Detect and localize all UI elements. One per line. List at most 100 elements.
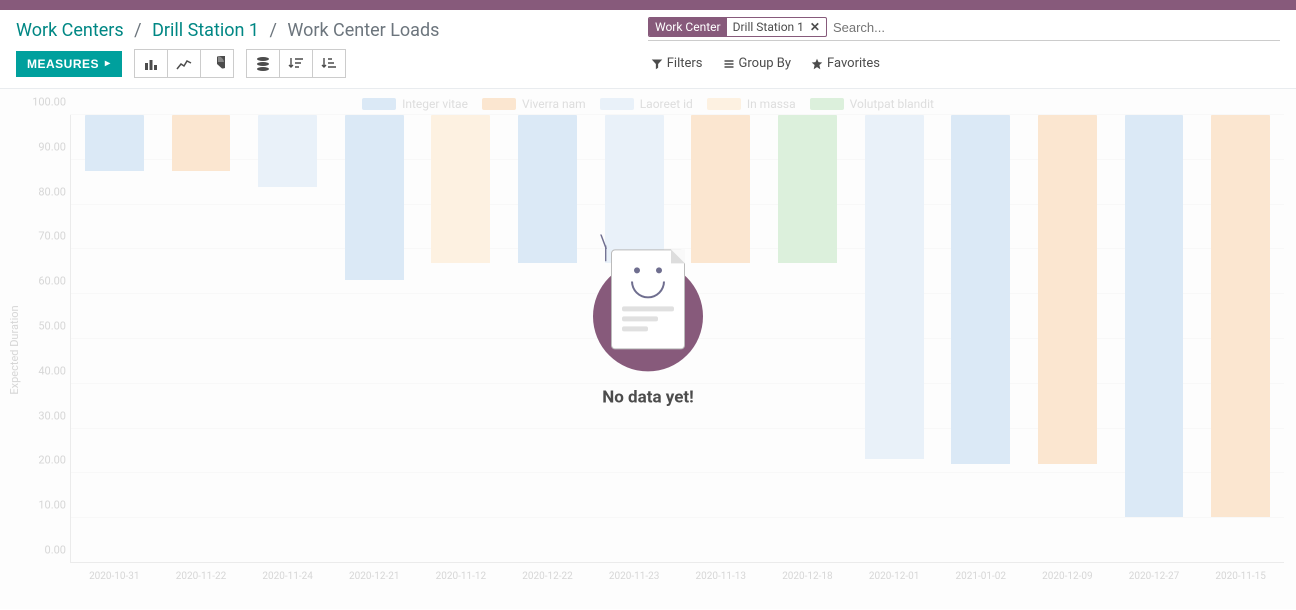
toolbar: MEASURES ▸ Filters Group By — [0, 41, 1296, 89]
legend-item[interactable]: Volutpat blandit — [810, 97, 934, 111]
breadcrumb: Work Centers / Drill Station 1 / Work Ce… — [16, 14, 648, 41]
bar[interactable] — [518, 115, 577, 263]
filters-button[interactable]: Filters — [651, 56, 703, 71]
sort-desc-icon[interactable] — [279, 49, 313, 78]
bar-slot: 2020-12-27 — [1111, 115, 1198, 562]
top-bar — [0, 0, 1296, 10]
breadcrumb-current: Work Center Loads — [287, 20, 439, 41]
spark-icon: \ | — [599, 237, 608, 259]
line-chart-icon[interactable] — [167, 49, 201, 78]
legend-label: Laoreet id — [640, 97, 693, 111]
bar-slot: 2020-12-21 — [331, 115, 418, 562]
bar-slot: 2021-01-02 — [937, 115, 1024, 562]
bar-chart-icon[interactable] — [134, 49, 168, 78]
chart-type-group — [134, 49, 234, 78]
facet-value: Drill Station 1 — [727, 18, 808, 36]
y-tick: 0.00 — [45, 544, 66, 557]
pie-chart-icon[interactable] — [200, 49, 234, 78]
document-icon — [611, 249, 685, 349]
bar[interactable] — [1125, 115, 1184, 517]
legend-label: In massa — [747, 97, 796, 111]
legend-item[interactable]: Viverra nam — [482, 97, 586, 111]
nodata-text: No data yet! — [593, 387, 703, 407]
bar-slot: 2020-11-12 — [418, 115, 505, 562]
legend-item[interactable]: Integer vitae — [362, 97, 468, 111]
bar[interactable] — [778, 115, 837, 263]
bar-slot: 2020-11-24 — [244, 115, 331, 562]
search-area: Work Center Drill Station 1 ✕ — [648, 16, 1280, 41]
bar[interactable] — [85, 115, 144, 171]
groupby-button[interactable]: Group By — [723, 56, 792, 71]
y-tick: 40.00 — [38, 364, 66, 377]
measures-button[interactable]: MEASURES ▸ — [16, 51, 122, 77]
stacked-icon[interactable] — [246, 49, 280, 78]
y-tick: 10.00 — [38, 499, 66, 512]
y-tick: 70.00 — [38, 230, 66, 243]
filters-label: Filters — [667, 56, 703, 71]
search-facet-workcenter: Work Center Drill Station 1 ✕ — [648, 17, 827, 37]
x-label: 2021-01-02 — [937, 571, 1024, 582]
nodata-illustration: \ | — [593, 261, 703, 371]
breadcrumb-separator: / — [134, 20, 141, 41]
chart-legend: Integer vitae Viverra nam Laoreet id In mas… — [0, 89, 1296, 115]
bar[interactable] — [258, 115, 317, 187]
x-label: 2020-12-18 — [764, 571, 851, 582]
favorites-label: Favorites — [827, 56, 880, 71]
x-label: 2020-12-09 — [1024, 571, 1111, 582]
legend-label: Viverra nam — [522, 97, 586, 111]
bar[interactable] — [605, 115, 664, 263]
bar[interactable] — [172, 115, 231, 171]
y-tick: 50.00 — [38, 320, 66, 333]
measures-label: MEASURES — [27, 57, 99, 71]
y-tick: 60.00 — [38, 275, 66, 288]
x-label: 2020-11-15 — [1197, 571, 1284, 582]
groupby-label: Group By — [739, 56, 792, 71]
search-options: Filters Group By Favorites — [651, 56, 880, 71]
legend-label: Volutpat blandit — [850, 97, 934, 111]
caret-right-icon: ▸ — [105, 58, 111, 69]
y-tick: 20.00 — [38, 454, 66, 467]
view-group — [246, 49, 346, 78]
search-input[interactable] — [833, 16, 1280, 38]
legend-swatch — [362, 98, 396, 110]
x-label: 2020-12-22 — [504, 571, 591, 582]
bar[interactable] — [431, 115, 490, 263]
bar-slot: 2020-10-31 — [71, 115, 158, 562]
bar[interactable] — [1211, 115, 1270, 517]
star-icon — [811, 58, 823, 70]
bar-slot: 2020-12-09 — [1024, 115, 1111, 562]
bar-slot: 2020-11-22 — [158, 115, 245, 562]
x-label: 2020-11-23 — [591, 571, 678, 582]
breadcrumb-separator: / — [269, 20, 276, 41]
legend-swatch — [810, 98, 844, 110]
nodata-overlay: \ | No data yet! — [593, 261, 703, 407]
y-tick: 80.00 — [38, 185, 66, 198]
x-label: 2020-11-12 — [418, 571, 505, 582]
bar-slot: 2020-12-22 — [504, 115, 591, 562]
breadcrumb-link-drillstation[interactable]: Drill Station 1 — [152, 20, 259, 41]
y-axis-title: Expected Duration — [8, 305, 21, 394]
bar[interactable] — [691, 115, 750, 263]
funnel-icon — [651, 58, 663, 70]
facet-remove-icon[interactable]: ✕ — [808, 18, 826, 36]
sort-asc-icon[interactable] — [312, 49, 346, 78]
facet-label: Work Center — [649, 18, 727, 36]
x-label: 2020-11-24 — [244, 571, 331, 582]
favorites-button[interactable]: Favorites — [811, 56, 880, 71]
bar[interactable] — [1038, 115, 1097, 464]
header-row: Work Centers / Drill Station 1 / Work Ce… — [0, 10, 1296, 41]
breadcrumb-link-workcenters[interactable]: Work Centers — [16, 20, 124, 41]
bar[interactable] — [951, 115, 1010, 464]
chart-area: Integer vitae Viverra nam Laoreet id In mas… — [0, 89, 1296, 609]
legend-label: Integer vitae — [402, 97, 468, 111]
legend-item[interactable]: Laoreet id — [600, 97, 693, 111]
legend-swatch — [482, 98, 516, 110]
bar[interactable] — [345, 115, 404, 280]
x-label: 2020-11-13 — [677, 571, 764, 582]
legend-item[interactable]: In massa — [707, 97, 796, 111]
bar[interactable] — [865, 115, 924, 459]
bar-slot: 2020-11-15 — [1197, 115, 1284, 562]
bar-slot: 2020-12-18 — [764, 115, 851, 562]
y-tick: 90.00 — [38, 140, 66, 153]
bar-slot: 2020-12-01 — [851, 115, 938, 562]
